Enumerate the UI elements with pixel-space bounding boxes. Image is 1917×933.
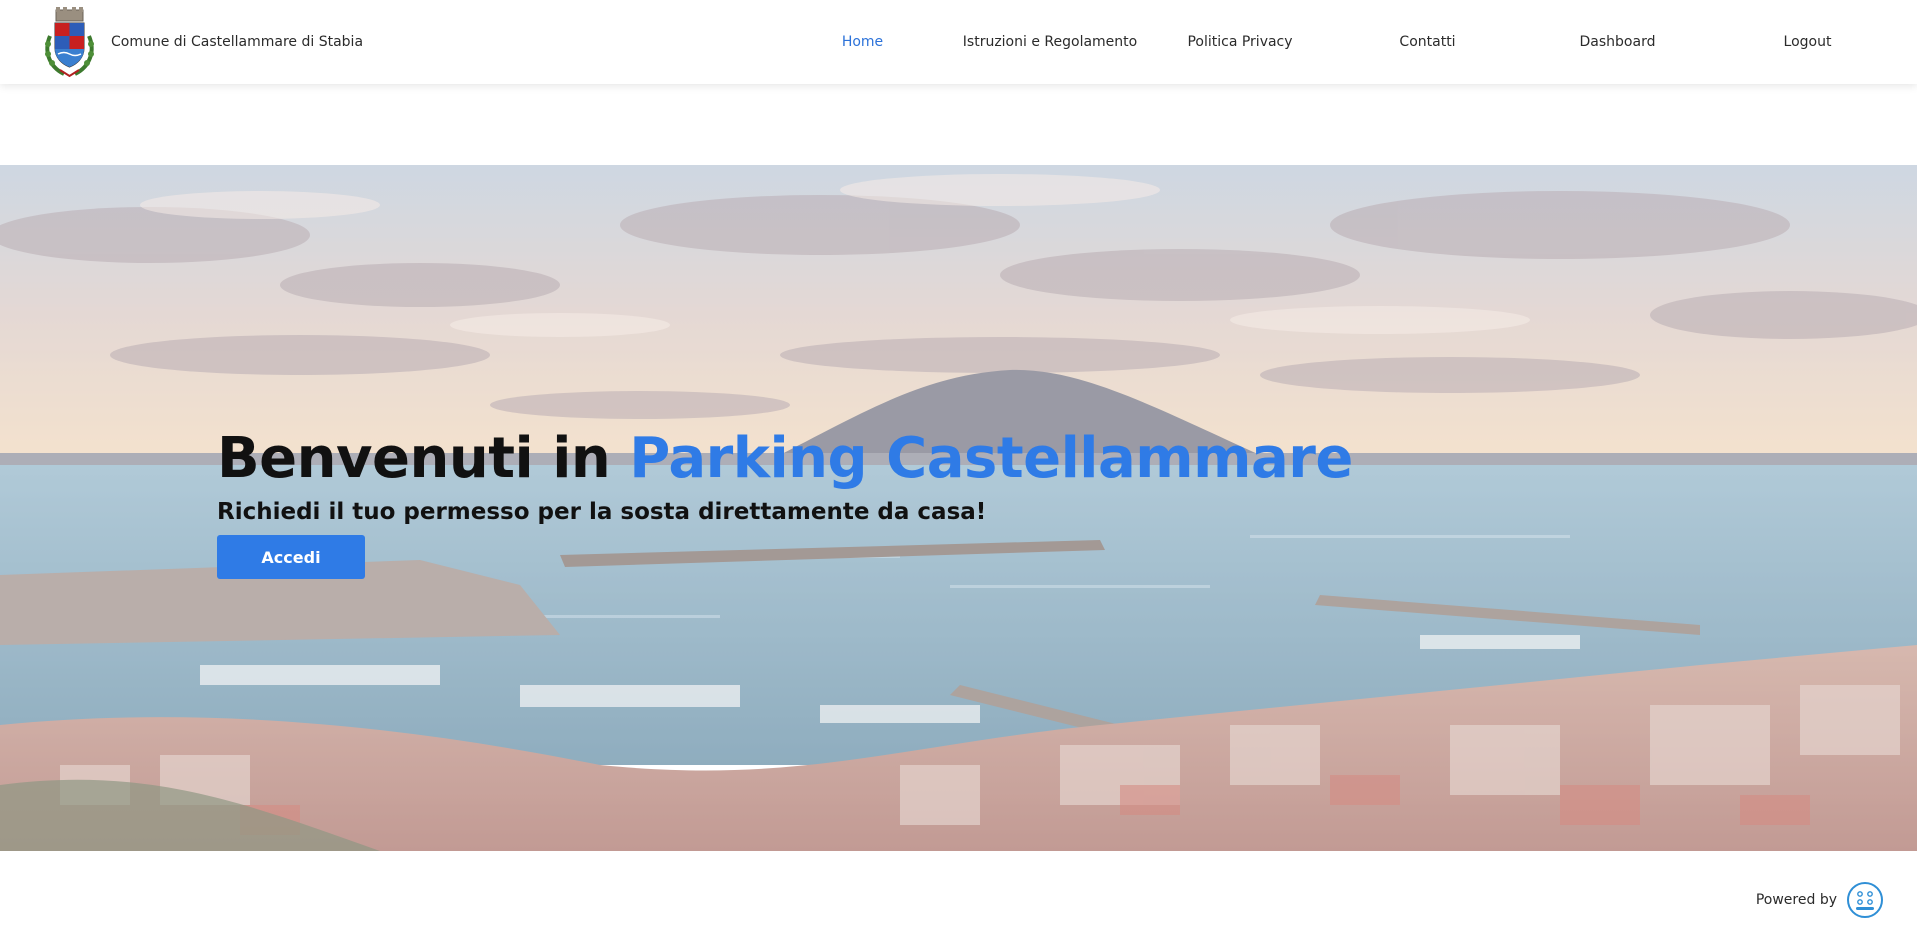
nav-politica-privacy[interactable]: Politica Privacy [1180, 0, 1300, 84]
powered-by: Powered by [1756, 881, 1884, 919]
hero-section: Benvenuti in Parking Castellammare Richi… [0, 165, 1917, 851]
hero-title-prefix: Benvenuti in [217, 426, 630, 491]
nav-logout[interactable]: Logout [1755, 0, 1860, 84]
coat-of-arms-icon [45, 7, 94, 78]
top-header: Comune di Castellammare di Stabia Home I… [0, 0, 1917, 84]
provider-logo-icon[interactable] [1846, 881, 1884, 919]
hero-title: Benvenuti in Parking Castellammare [217, 428, 1353, 490]
brand[interactable]: Comune di Castellammare di Stabia [42, 6, 363, 78]
hero-content: Benvenuti in Parking Castellammare Richi… [217, 428, 1353, 579]
hero-title-accent: Parking Castellammare [629, 426, 1353, 491]
footer: Powered by [0, 851, 1917, 933]
hero-subtitle: Richiedi il tuo permesso per la sosta di… [217, 499, 987, 525]
nav-istruzioni-regolamento[interactable]: Istruzioni e Regolamento [955, 0, 1145, 84]
nav-contatti[interactable]: Contatti [1375, 0, 1480, 84]
nav-home[interactable]: Home [810, 0, 915, 84]
nav-dashboard[interactable]: Dashboard [1565, 0, 1670, 84]
brand-name: Comune di Castellammare di Stabia [111, 34, 364, 50]
powered-by-label: Powered by [1755, 892, 1837, 908]
accedi-button[interactable]: Accedi [217, 535, 365, 579]
